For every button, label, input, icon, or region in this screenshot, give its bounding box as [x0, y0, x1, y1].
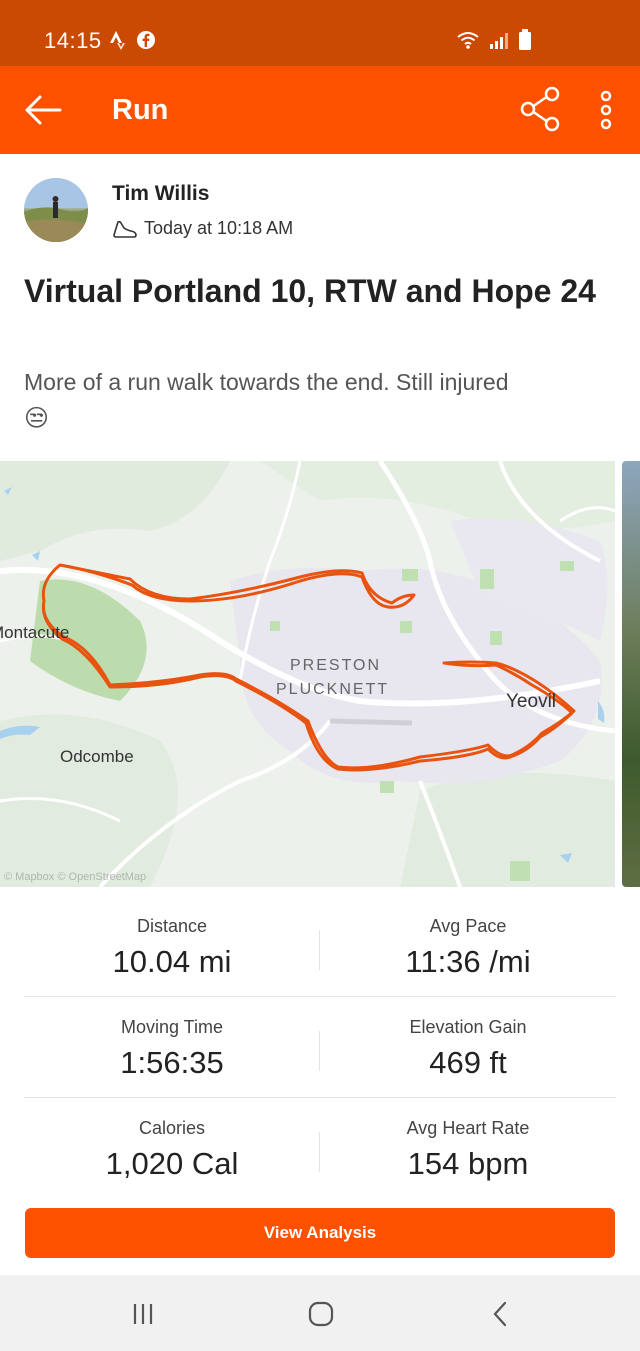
share-icon[interactable] [518, 86, 564, 132]
status-time: 14:15 [44, 28, 102, 53]
avatar-photo [24, 178, 88, 242]
back-arrow-icon[interactable] [20, 88, 64, 132]
battery-icon [519, 29, 531, 50]
app-bar: Run [0, 66, 640, 154]
stat-row: Distance 10.04 mi Avg Pace 11:36 /mi [24, 896, 616, 997]
page-title: Run [112, 94, 169, 126]
strava-icon [110, 31, 125, 50]
route-map[interactable]: Montacute PRESTON PLUCKNETT Yeovil Odcom… [0, 461, 615, 887]
stat-value: 11:36 /mi [405, 944, 531, 979]
stats-grid: Distance 10.04 mi Avg Pace 11:36 /mi Mov… [24, 896, 616, 1199]
recent-apps-icon[interactable] [126, 1297, 160, 1331]
facebook-icon [137, 31, 155, 49]
stat-label: Moving Time [120, 1017, 224, 1037]
next-photo-preview[interactable] [622, 461, 640, 887]
system-nav-bar [0, 1275, 640, 1351]
signal-icon [490, 33, 508, 49]
notification-icons [110, 28, 156, 52]
shoe-icon [113, 220, 137, 238]
stat-label: Distance [136, 916, 208, 936]
stat-label: Avg Pace [429, 916, 507, 936]
activity-timestamp: Today at 10:18 AM [144, 218, 294, 238]
stat-elevation-gain: Elevation Gain 469 ft [320, 997, 616, 1097]
stat-avg-heart-rate: Avg Heart Rate 154 bpm [320, 1098, 616, 1198]
stat-row: Moving Time 1:56:35 Elevation Gain 469 f… [24, 997, 616, 1098]
more-vertical-icon[interactable] [594, 88, 618, 132]
stat-calories: Calories 1,020 Cal [24, 1098, 320, 1198]
avatar[interactable] [24, 178, 88, 242]
map-label-yeovil: Yeovil [506, 691, 557, 712]
view-analysis-button[interactable]: View Analysis [25, 1208, 615, 1258]
stat-label: Elevation Gain [409, 1017, 527, 1037]
activity-description: More of a run walk towards the end. Stil… [24, 364, 624, 437]
activity-meta: Today at 10:18 AM [112, 218, 293, 239]
map-attribution[interactable]: © Mapbox © OpenStreetMap [4, 871, 146, 883]
stat-distance: Distance 10.04 mi [24, 896, 320, 996]
stat-label: Avg Heart Rate [406, 1118, 530, 1138]
stat-value: 469 ft [429, 1045, 507, 1080]
map-label-preston: PRESTON [290, 657, 382, 674]
stat-avg-pace: Avg Pace 11:36 /mi [320, 896, 616, 996]
stat-value: 1:56:35 [120, 1045, 224, 1080]
map-label-odcombe: Odcombe [60, 747, 134, 766]
system-icons [456, 28, 532, 52]
stat-value: 1,020 Cal [105, 1146, 239, 1181]
stat-label: Calories [138, 1118, 206, 1138]
activity-title: Virtual Portland 10, RTW and Hope 24 [24, 273, 596, 309]
stat-moving-time: Moving Time 1:56:35 [24, 997, 320, 1097]
wifi-icon [457, 32, 479, 49]
home-icon[interactable] [304, 1297, 338, 1331]
status-bar: 14:15 [0, 0, 640, 66]
description-text: More of a run walk towards the end. Stil… [24, 369, 509, 395]
map-label-montacute: Montacute [0, 623, 70, 642]
back-icon[interactable] [484, 1297, 518, 1331]
stat-value: 10.04 mi [112, 944, 232, 979]
map-label-plucknett: PLUCKNETT [276, 681, 390, 698]
stat-value: 154 bpm [407, 1146, 529, 1181]
athlete-name[interactable]: Tim Willis [112, 182, 209, 206]
stat-row: Calories 1,020 Cal Avg Heart Rate 154 bp… [24, 1098, 616, 1199]
emoji: 😒 [24, 405, 50, 432]
